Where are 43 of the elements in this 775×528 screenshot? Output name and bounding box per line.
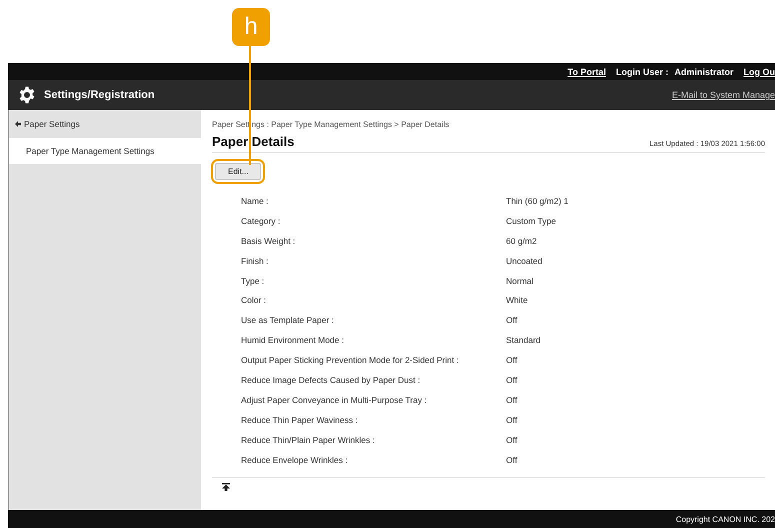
detail-label: Name : [241, 196, 270, 206]
detail-label: Reduce Envelope Wrinkles : [241, 454, 349, 465]
detail-label: Type : [241, 276, 266, 286]
portal-link[interactable]: To Portal [568, 66, 606, 76]
sidebar-item[interactable]: Paper Type Management Settings [9, 138, 201, 164]
detail-value: Off [506, 315, 518, 326]
detail-label: Reduce Thin Paper Waviness : [241, 414, 359, 425]
detail-label: Humid Environment Mode : [241, 335, 345, 346]
detail-value: Off [506, 355, 518, 366]
scroll-top-icon[interactable] [222, 483, 230, 492]
detail-value: Off [506, 414, 518, 425]
detail-value: Normal [506, 276, 534, 286]
detail-label: Use as Template Paper : [241, 315, 335, 326]
sidebar-item[interactable]: Paper Settings [9, 110, 201, 138]
detail-label: Reduce Image Defects Caused by Paper Dust : [241, 374, 422, 385]
detail-value: Thin (60 g/m2) 1 [506, 196, 568, 206]
detail-value: Off [506, 394, 518, 405]
detail-value: Standard [506, 335, 540, 346]
detail-label: Output Paper Sticking Prevention Mode for 2-Sided Print : [241, 355, 460, 366]
mail-link[interactable]: E-Mail to System Manage [672, 90, 775, 100]
detail-value: 60 g/m2 [506, 236, 537, 246]
detail-label: Category : [241, 216, 282, 226]
app-title: Settings/Registration [44, 89, 155, 101]
user-name: Administrator [674, 66, 734, 76]
detail-value: Off [506, 434, 518, 445]
callout-badge: h [232, 8, 270, 46]
settings-icon [18, 86, 36, 104]
detail-label: Reduce Thin/Plain Paper Wrinkles : [241, 434, 376, 445]
page-title: Paper Details [212, 134, 294, 149]
detail-value: Custom Type [506, 216, 556, 226]
detail-value: White [506, 295, 528, 306]
detail-value: Uncoated [506, 256, 542, 266]
back-arrow-icon [15, 121, 21, 127]
detail-value: Off [506, 454, 518, 465]
copyright-text: Copyright CANON INC. 202 [676, 514, 775, 524]
logout-link[interactable]: Log Ou [744, 66, 775, 76]
detail-label: Finish : [241, 256, 270, 266]
edit-button[interactable]: Edit... [215, 163, 262, 180]
detail-label: Adjust Paper Conveyance in Multi-Purpose Tray : [241, 394, 428, 405]
detail-label: Color : [241, 295, 268, 306]
detail-label: Basis Weight : [241, 236, 296, 246]
detail-value: Off [506, 374, 518, 385]
login-label: Login User : [616, 66, 668, 76]
